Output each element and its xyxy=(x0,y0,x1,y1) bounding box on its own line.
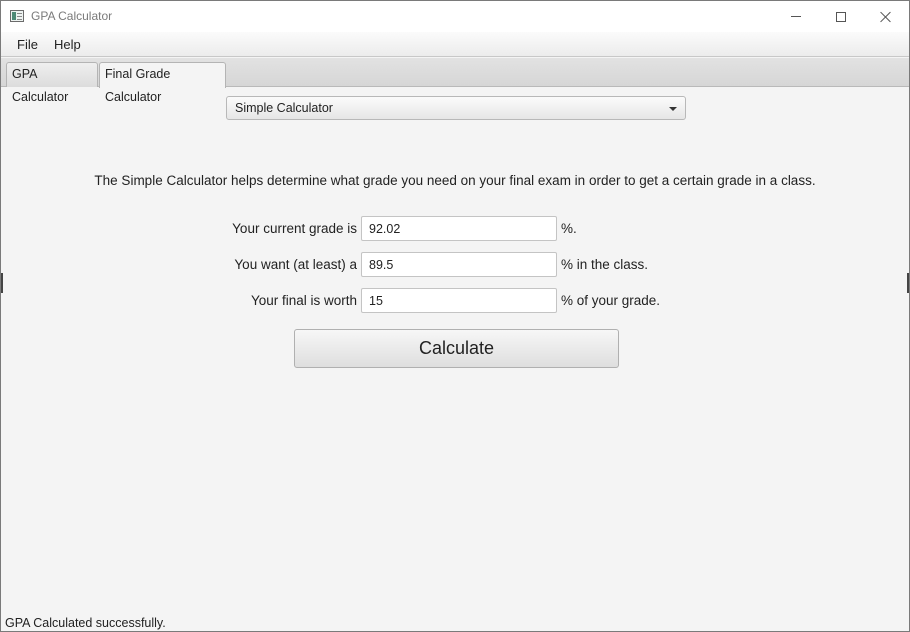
calculator-type-select[interactable]: Simple Calculator xyxy=(226,96,686,120)
tab-gpa-calculator[interactable]: GPA Calculator xyxy=(6,62,98,104)
target-grade-input[interactable] xyxy=(361,252,557,277)
status-bar-text: GPA Calculated successfully. xyxy=(5,616,166,630)
target-grade-label: You want (at least) a xyxy=(234,257,357,272)
calculator-type-value: Simple Calculator xyxy=(235,101,333,115)
chevron-down-icon xyxy=(669,107,677,111)
tab-final-grade-calculator[interactable]: Final Grade Calculator xyxy=(99,62,226,104)
app-icon xyxy=(10,10,24,22)
maximize-button[interactable] xyxy=(818,1,864,32)
current-grade-suffix: %. xyxy=(561,221,577,236)
menu-help[interactable]: Help xyxy=(54,37,81,52)
maximize-icon xyxy=(836,11,846,22)
right-edge-marker xyxy=(907,273,909,293)
tab-strip: GPA Calculator Final Grade Calculator xyxy=(1,58,909,104)
close-icon xyxy=(880,11,892,23)
menu-file[interactable]: File xyxy=(17,37,38,52)
minimize-button[interactable] xyxy=(773,1,819,32)
left-edge-marker xyxy=(1,273,3,293)
final-weight-suffix: % of your grade. xyxy=(561,293,661,308)
window-title: GPA Calculator xyxy=(31,9,113,23)
close-button[interactable] xyxy=(863,1,909,32)
title-bar[interactable]: GPA Calculator xyxy=(1,1,909,32)
current-grade-input[interactable] xyxy=(361,216,557,241)
minimize-icon xyxy=(791,16,801,17)
calculator-description: The Simple Calculator helps determine wh… xyxy=(94,173,816,188)
calculate-button[interactable]: Calculate xyxy=(294,329,619,368)
final-weight-label: Your final is worth xyxy=(250,293,357,308)
final-weight-input[interactable] xyxy=(361,288,557,313)
app-window: GPA Calculator File Help GPA Calculator … xyxy=(0,0,910,632)
target-grade-suffix: % in the class. xyxy=(561,257,649,272)
menu-bar: File Help xyxy=(1,32,909,57)
current-grade-label: Your current grade is xyxy=(232,221,357,236)
